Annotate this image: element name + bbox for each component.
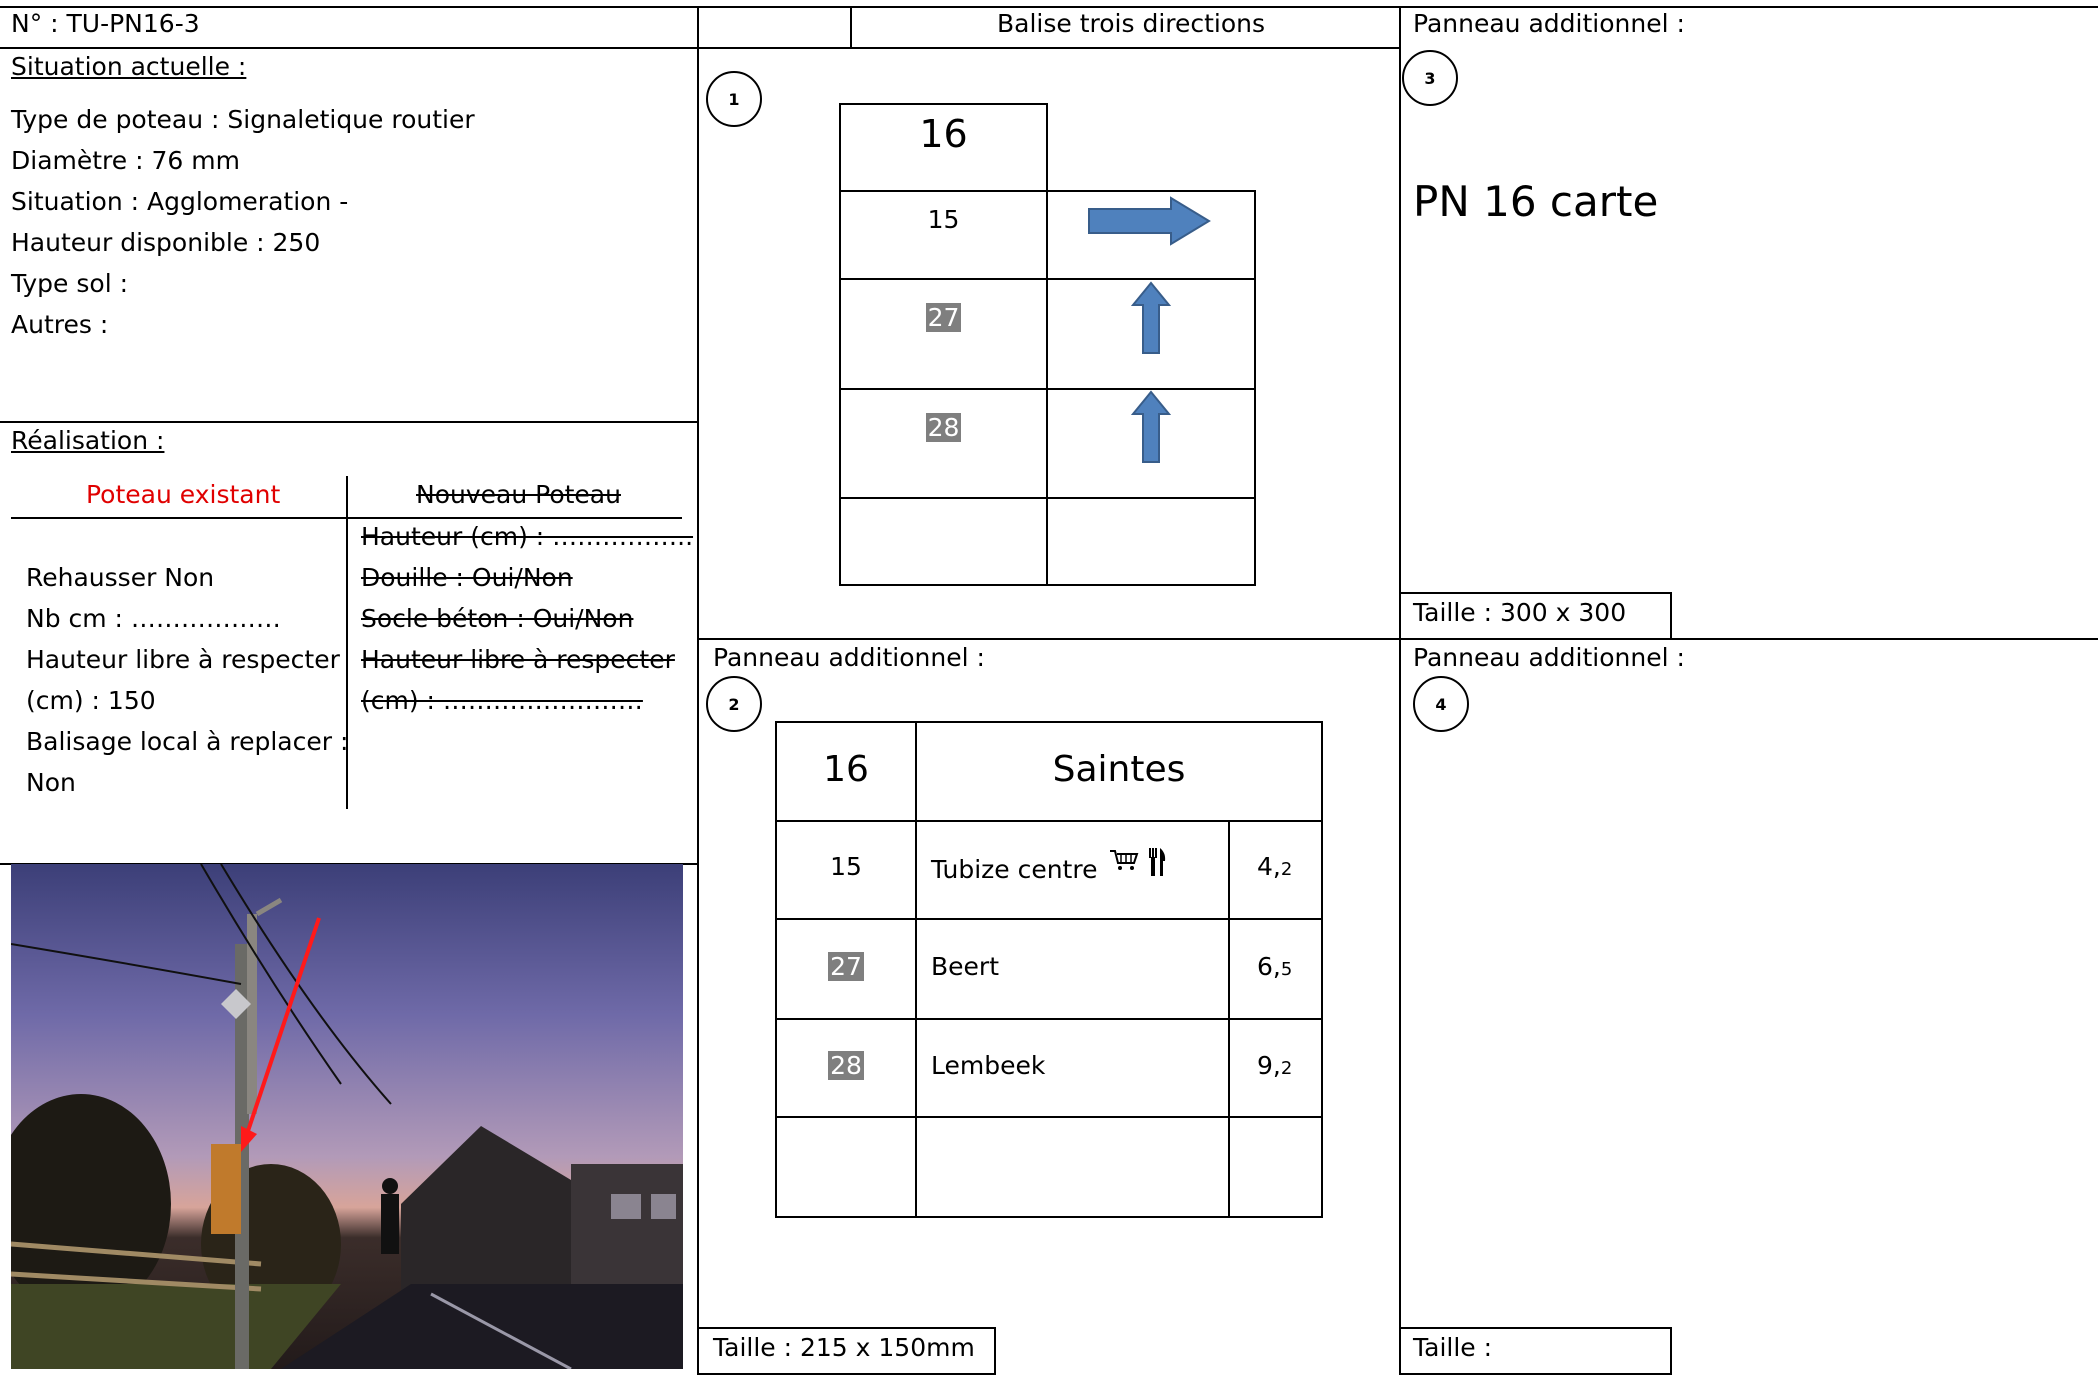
panel4-title: Panneau additionnel :: [1413, 643, 1685, 672]
realisation-table-divider: [346, 476, 348, 809]
divider-middle-right: [1399, 6, 1401, 1373]
red-arrow-indicator: [245, 917, 321, 1135]
balise-title: Balise trois directions: [997, 9, 1266, 38]
divider-left-middle: [697, 6, 699, 1373]
panel2-row-line: [775, 918, 1323, 920]
up-arrow-icon: [1131, 281, 1171, 354]
panel3-title: Panneau additionnel :: [1413, 9, 1685, 38]
panel2-row-distance-dec: 2: [1280, 1058, 1293, 1079]
shopping-cart-icon: [1110, 850, 1139, 870]
panel2-row-destination-text: Tubize centre: [931, 855, 1098, 884]
panel4-size: Taille :: [1413, 1333, 1493, 1362]
new-line: Douille : Oui/Non: [361, 563, 573, 592]
panel1-row-line: [839, 388, 1256, 390]
panel2-row-number-highlight: 28: [828, 1051, 864, 1080]
panel2-row-destination: Tubize centre: [931, 848, 1167, 885]
panel2-row-number: 27: [775, 952, 917, 982]
panel2-row-destination: Lembeek: [931, 1051, 1046, 1080]
situation-line: Autres :: [11, 310, 109, 339]
panel3-number-badge: 3: [1402, 50, 1458, 106]
panel2-row-destination: Beert: [931, 952, 999, 981]
top-border: [0, 6, 2098, 8]
panel2-row-distance-dec: 2: [1280, 859, 1293, 880]
panel1-row-label: 15: [927, 205, 960, 234]
panel1-row-label: 28: [839, 413, 1048, 443]
col-existing-heading: Poteau existant: [86, 480, 281, 509]
panel2-number-badge: 2: [706, 676, 762, 732]
existing-line: Rehausser Non: [26, 563, 215, 592]
existing-line: Nb cm : ………………: [26, 604, 281, 633]
realisation-heading: Réalisation :: [11, 426, 165, 455]
panel2-row-distance-int: 9,: [1257, 1051, 1281, 1080]
existing-line: (cm) : 150: [26, 686, 156, 715]
site-photo-drawing: [11, 864, 683, 1369]
right-arrow-icon: [1088, 196, 1211, 246]
situation-line: Type sol :: [11, 269, 129, 298]
sheet-number: N° : TU-PN16-3: [11, 9, 200, 38]
panel2-row-distance-dec: 5: [1280, 959, 1293, 980]
panel2-row-line: [775, 820, 1323, 822]
panel1-top-label: 16: [919, 112, 968, 156]
panel1-row-label: 27: [839, 303, 1048, 333]
panel3-size: Taille : 300 x 300: [1413, 598, 1627, 627]
panel2-row-line: [775, 1018, 1323, 1020]
col-new-heading: Nouveau Poteau: [416, 480, 621, 509]
panel2-head-number: 16: [823, 749, 869, 790]
panel1-number-badge: 1: [706, 71, 762, 127]
new-line: Hauteur libre à respecter: [361, 645, 675, 674]
existing-line: Hauteur libre à respecter: [26, 645, 340, 674]
new-line: Socle béton : Oui/Non: [361, 604, 634, 633]
panel2-row-distance: 9,2: [1257, 1051, 1292, 1084]
situation-line: Situation : Agglomeration -: [11, 187, 349, 216]
panel2-row-distance-int: 6,: [1257, 952, 1281, 981]
panel2-row-distance-int: 4,: [1257, 852, 1281, 881]
panel2-size: Taille : 215 x 150mm: [713, 1333, 975, 1362]
panel2-row-distance: 6,5: [1257, 952, 1292, 985]
situation-heading: Situation actuelle :: [11, 52, 247, 81]
new-line: (cm) : ……………………: [361, 686, 643, 715]
situation-bottom-line: [0, 421, 698, 423]
panel2-row-distance: 4,2: [1257, 852, 1292, 885]
panel1-row-line: [839, 278, 1256, 280]
existing-line: Non: [26, 768, 76, 797]
situation-line: Hauteur disponible : 250: [11, 228, 321, 257]
up-arrow-icon: [1131, 390, 1171, 463]
site-photo: [11, 864, 683, 1369]
panel1-row-line: [839, 497, 1256, 499]
panel2-row-number: 15: [830, 852, 862, 881]
restaurant-icon: [1149, 848, 1166, 876]
panel1-row-label-highlight: 28: [925, 413, 962, 442]
panel2-row-number: 28: [775, 1051, 917, 1081]
divider-header-small: [850, 6, 852, 48]
panel2-row-line: [775, 1116, 1323, 1118]
panel2-title: Panneau additionnel :: [713, 643, 985, 672]
existing-line: Balisage local à replacer :: [26, 727, 349, 756]
panel1-row-label-highlight: 27: [925, 303, 962, 332]
panel4-number-badge: 4: [1413, 676, 1469, 732]
panel2-row-number-highlight: 27: [828, 952, 864, 981]
header-bottom-left: [0, 47, 1399, 49]
panel3-big-text: PN 16 carte: [1413, 177, 1659, 226]
panel2-head-destination: Saintes: [1052, 749, 1186, 790]
mid-horizontal-line: [697, 638, 2098, 640]
new-line: Hauteur (cm) : ……………..: [361, 522, 694, 551]
situation-line: Diamètre : 76 mm: [11, 146, 240, 175]
situation-line: Type de poteau : Signaletique routier: [11, 105, 475, 134]
